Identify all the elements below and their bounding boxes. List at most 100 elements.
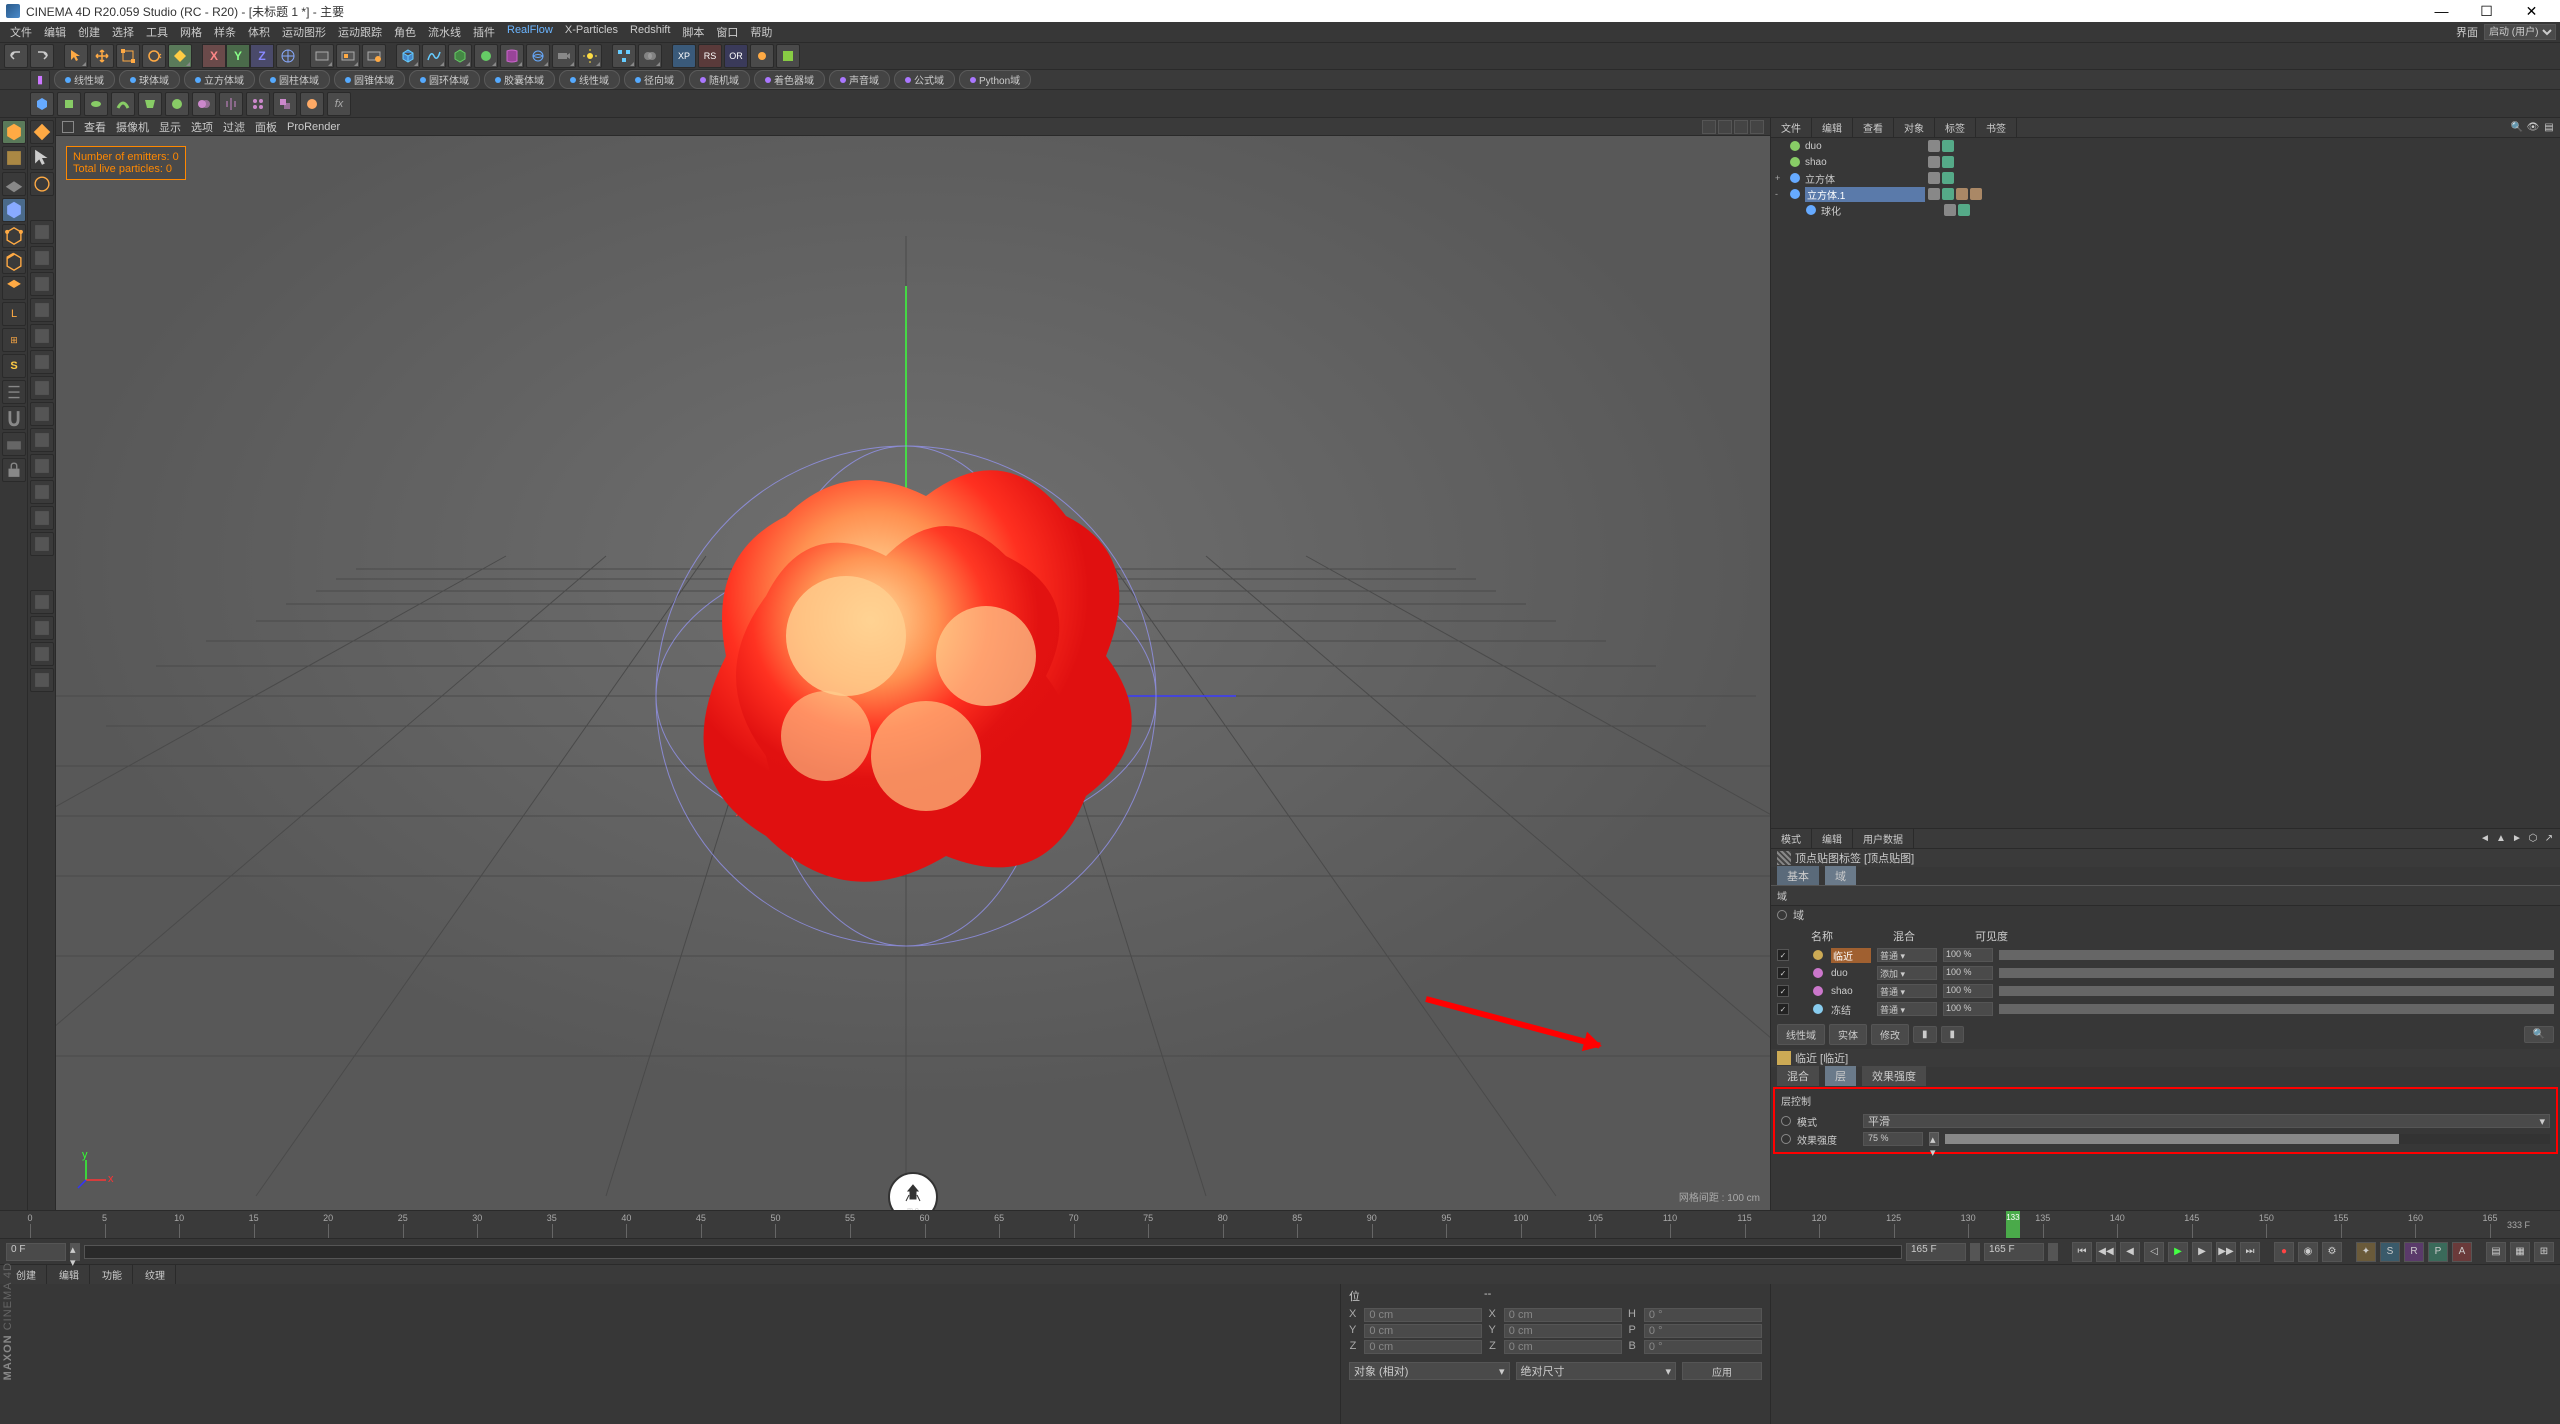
vp-menu-display[interactable]: 显示	[159, 119, 181, 135]
minimize-button[interactable]: —	[2419, 0, 2464, 22]
quantize[interactable]	[2, 380, 26, 404]
generator-tool[interactable]	[474, 44, 498, 68]
layer-tab-2[interactable]: 效果强度	[1862, 1066, 1926, 1086]
obj-instance[interactable]	[273, 92, 297, 116]
preset-16[interactable]	[30, 642, 54, 666]
frame-cur-spinner[interactable]	[1970, 1243, 1980, 1261]
field-row[interactable]: ✓duo添加 ▾100 %	[1771, 964, 2560, 982]
volume-tool[interactable]	[638, 44, 662, 68]
object-mode[interactable]	[2, 198, 26, 222]
btab-3[interactable]: 纹理	[135, 1265, 176, 1284]
strength-radio[interactable]	[1781, 1134, 1791, 1144]
tree-row[interactable]: +立方体	[1771, 170, 2560, 186]
tree-row[interactable]: 球化	[1771, 202, 2560, 218]
tree-row[interactable]: shao	[1771, 154, 2560, 170]
timeline-ruler[interactable]: 0510152025303540455055606570758085909510…	[0, 1210, 2560, 1238]
material-manager[interactable]	[0, 1284, 1340, 1424]
workplane-icon[interactable]	[2, 432, 26, 456]
camera-tool[interactable]	[552, 44, 576, 68]
z-axis-toggle[interactable]: Z	[250, 44, 274, 68]
field-pill-Python域[interactable]: Python域	[959, 70, 1031, 89]
timeline-opt-1[interactable]: ▤	[2486, 1242, 2506, 1262]
search-icon[interactable]: 🔍	[2510, 121, 2524, 135]
menu-运动图形[interactable]: 运动图形	[276, 22, 332, 42]
tree-row[interactable]: -立方体.1	[1771, 186, 2560, 202]
preset-4[interactable]	[30, 298, 54, 322]
close-button[interactable]: ✕	[2509, 0, 2554, 22]
recent-tool[interactable]	[168, 44, 192, 68]
coord-input[interactable]: 0 °	[1644, 1308, 1762, 1322]
texture-mode[interactable]	[2, 146, 26, 170]
frame-end-input[interactable]: 165 F	[1984, 1243, 2044, 1261]
preset-9[interactable]	[30, 428, 54, 452]
radio-icon[interactable]	[1777, 910, 1787, 920]
cursor-tool[interactable]	[30, 120, 54, 144]
coord-input[interactable]: 0 cm	[1504, 1340, 1622, 1354]
mode-select[interactable]: 平滑▾	[1863, 1114, 2550, 1128]
play-button[interactable]: ▶	[2168, 1242, 2188, 1262]
undo-button[interactable]	[4, 44, 28, 68]
vp-menu-camera[interactable]: 摄像机	[116, 119, 149, 135]
preset-7[interactable]	[30, 376, 54, 400]
layer-tab-0[interactable]: 混合	[1777, 1066, 1819, 1086]
goto-end-button[interactable]: ⏭	[2240, 1242, 2260, 1262]
coord-input[interactable]: 0 °	[1644, 1340, 1762, 1354]
strength-spinner[interactable]: ▴▾	[1929, 1132, 1939, 1146]
preset-6[interactable]	[30, 350, 54, 374]
field-pill-线性域[interactable]: 线性域	[559, 70, 620, 89]
next-frame-button[interactable]: ▶	[2192, 1242, 2212, 1262]
frame-start-input[interactable]: 0 F	[6, 1243, 66, 1261]
layout-select[interactable]: 启动 (用户)	[2484, 24, 2556, 40]
lock-icon[interactable]	[2, 458, 26, 482]
menu-帮助[interactable]: 帮助	[744, 22, 778, 42]
field-pill-公式域[interactable]: 公式域	[894, 70, 955, 89]
coord-tab-0[interactable]: 位	[1349, 1288, 1360, 1304]
poly-mode[interactable]	[2, 276, 26, 300]
layer-tab-1[interactable]: 层	[1825, 1066, 1856, 1086]
vp-menu-prorender[interactable]: ProRender	[287, 121, 340, 133]
menu-文件[interactable]: 文件	[4, 22, 38, 42]
viewport-3d[interactable]: Number of emitters: 0 Total live particl…	[56, 136, 1770, 1210]
menu-流水线[interactable]: 流水线	[422, 22, 467, 42]
spline-tool[interactable]	[422, 44, 446, 68]
key-rot[interactable]: R	[2404, 1242, 2424, 1262]
obj-tab-1[interactable]: 编辑	[1812, 118, 1853, 137]
menu-RealFlow[interactable]: RealFlow	[501, 22, 559, 42]
field-row[interactable]: ✓临近普通 ▾100 %	[1771, 946, 2560, 964]
menu-工具[interactable]: 工具	[140, 22, 174, 42]
preset-17[interactable]	[30, 668, 54, 692]
coord-input[interactable]: 0 °	[1644, 1324, 1762, 1338]
attr-tab-0[interactable]: 模式	[1771, 829, 1812, 848]
render-settings[interactable]	[362, 44, 386, 68]
obj-meta[interactable]	[300, 92, 324, 116]
field-pill-胶囊体域[interactable]: 胶囊体域	[484, 70, 555, 89]
frame-start-spinner[interactable]: ▴▾	[70, 1243, 80, 1261]
obj-fx[interactable]: fx	[327, 92, 351, 116]
key-pos[interactable]: ✦	[2356, 1242, 2376, 1262]
eye-icon[interactable]: 👁	[2526, 121, 2540, 135]
field-pill-声音域[interactable]: 声音域	[829, 70, 890, 89]
coord-size-select[interactable]: 绝对尺寸▾	[1516, 1362, 1677, 1380]
select-tool[interactable]	[64, 44, 88, 68]
coord-input[interactable]: 0 cm	[1364, 1340, 1482, 1354]
workplane-mode[interactable]	[2, 172, 26, 196]
menu-网格[interactable]: 网格	[174, 22, 208, 42]
vp-nav-3[interactable]	[1734, 120, 1748, 134]
oc-tool[interactable]: OR	[724, 44, 748, 68]
btab-1[interactable]: 编辑	[49, 1265, 90, 1284]
rotate-tool[interactable]	[142, 44, 166, 68]
move-tool-2[interactable]	[30, 172, 54, 196]
coord-tab-1[interactable]: --	[1484, 1288, 1491, 1304]
axis-mode[interactable]: L	[2, 302, 26, 326]
snap-toggle[interactable]: S	[2, 354, 26, 378]
key-pla[interactable]: A	[2452, 1242, 2472, 1262]
tool-extra-1[interactable]	[750, 44, 774, 68]
mograph-tool[interactable]	[612, 44, 636, 68]
menu-Redshift[interactable]: Redshift	[624, 22, 676, 42]
tool-extra-2[interactable]	[776, 44, 800, 68]
render-view[interactable]	[310, 44, 334, 68]
menu-角色[interactable]: 角色	[388, 22, 422, 42]
vp-menu-filter[interactable]: 过滤	[223, 119, 245, 135]
render-region[interactable]	[336, 44, 360, 68]
menu-插件[interactable]: 插件	[467, 22, 501, 42]
